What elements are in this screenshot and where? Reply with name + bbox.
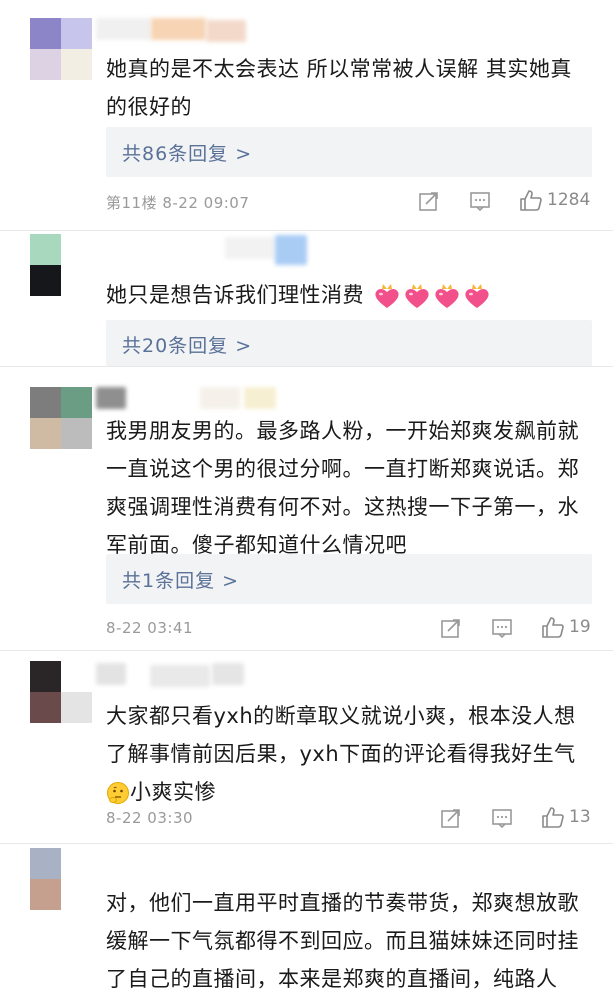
comment-text-line: 了解事情前因后果，yxh下面的评论看得我好生气 xyxy=(106,742,576,766)
thumbs-up-icon xyxy=(520,190,542,211)
username[interactable] xyxy=(225,237,275,259)
comment-icon xyxy=(492,619,512,639)
comment-text-body: 她只是想告诉我们理性消费 xyxy=(106,283,364,307)
comment-item: 对，他们一直用平时直播的节奏带货，郑爽想放歌缓解一下气氛都得不到回应。而且猫妹妹… xyxy=(0,844,613,1000)
share-button[interactable] xyxy=(440,617,462,639)
avatar[interactable] xyxy=(30,848,92,910)
comment-text: 大家都只看yxh的断章取义就说小爽，根本没人想 了解事情前因后果，yxh下面的评… xyxy=(106,697,586,811)
comment-item: 她只是想告诉我们理性消费 共20条回复 > xyxy=(0,231,613,366)
heart-gift-icon xyxy=(435,284,459,308)
view-replies-link[interactable]: 共86条回复 > xyxy=(122,139,252,166)
comment-text: 她只是想告诉我们理性消费 xyxy=(106,276,586,314)
avatar[interactable] xyxy=(30,234,92,296)
like-count: 1284 xyxy=(547,190,591,210)
share-button[interactable] xyxy=(440,807,462,829)
share-icon xyxy=(441,809,460,828)
thumbs-up-icon xyxy=(542,807,564,828)
heart-gift-icon xyxy=(375,284,399,308)
username[interactable] xyxy=(96,18,151,40)
comment-text: 我男朋友男的。最多路人粉，一开始郑爽发飙前就一直说这个男的很过分啊。一直打断郑爽… xyxy=(106,419,579,557)
reply-box[interactable]: 共20条回复 > xyxy=(106,320,592,366)
comment-text: 对，他们一直用平时直播的节奏带货，郑爽想放歌缓解一下气氛都得不到回应。而且猫妹妹… xyxy=(106,891,579,991)
username[interactable] xyxy=(96,387,126,409)
emoji-row xyxy=(371,283,491,308)
comment-button[interactable] xyxy=(491,617,513,639)
comment-text-line: 小爽实惨 xyxy=(106,773,586,811)
view-replies-link[interactable]: 共1条回复 > xyxy=(122,566,239,593)
comment-item: 我男朋友男的。最多路人粉，一开始郑爽发飙前就一直说这个男的很过分啊。一直打断郑爽… xyxy=(0,367,613,650)
username[interactable] xyxy=(212,663,244,685)
comment-item: 她真的是不太会表达 所以常常被人误解 其实她真的很好的 共86条回复 > 第11… xyxy=(0,0,613,230)
avatar[interactable] xyxy=(30,18,92,80)
avatar[interactable] xyxy=(30,387,92,449)
comment-text-line: 大家都只看yxh的断章取义就说小爽，根本没人想 xyxy=(106,704,576,728)
comment-icon xyxy=(470,192,490,212)
heart-gift-icon xyxy=(465,284,489,308)
username[interactable] xyxy=(200,387,240,409)
username[interactable] xyxy=(96,663,126,685)
username[interactable] xyxy=(150,665,210,687)
username[interactable] xyxy=(151,18,206,40)
view-replies-link[interactable]: 共20条回复 > xyxy=(122,331,252,358)
reply-box[interactable]: 共86条回复 > xyxy=(106,127,592,177)
like-button[interactable]: 13 xyxy=(541,805,591,829)
share-icon xyxy=(441,619,460,638)
thinking-face-icon xyxy=(107,782,129,804)
comment-button[interactable] xyxy=(491,807,513,829)
share-button[interactable] xyxy=(418,190,440,212)
avatar[interactable] xyxy=(30,661,92,723)
reply-box[interactable]: 共1条回复 > xyxy=(106,554,592,604)
like-button[interactable]: 1284 xyxy=(519,188,590,212)
share-icon xyxy=(419,192,438,211)
username[interactable] xyxy=(275,235,307,265)
like-count: 13 xyxy=(569,807,591,827)
username[interactable] xyxy=(244,387,276,409)
heart-gift-icon xyxy=(405,284,429,308)
comment-text: 她真的是不太会表达 所以常常被人误解 其实她真的很好的 xyxy=(106,57,572,119)
username[interactable] xyxy=(206,20,246,42)
comment-item: 大家都只看yxh的断章取义就说小爽，根本没人想 了解事情前因后果，yxh下面的评… xyxy=(0,651,613,843)
like-button[interactable]: 19 xyxy=(541,615,591,639)
comment-button[interactable] xyxy=(469,190,491,212)
comment-icon xyxy=(492,809,512,829)
like-count: 19 xyxy=(569,617,591,637)
comment-meta: 8-22 03:41 xyxy=(106,619,194,637)
comment-meta: 8-22 03:30 xyxy=(106,809,194,827)
thumbs-up-icon xyxy=(542,617,564,638)
comment-meta: 第11楼 8-22 09:07 xyxy=(106,194,250,212)
